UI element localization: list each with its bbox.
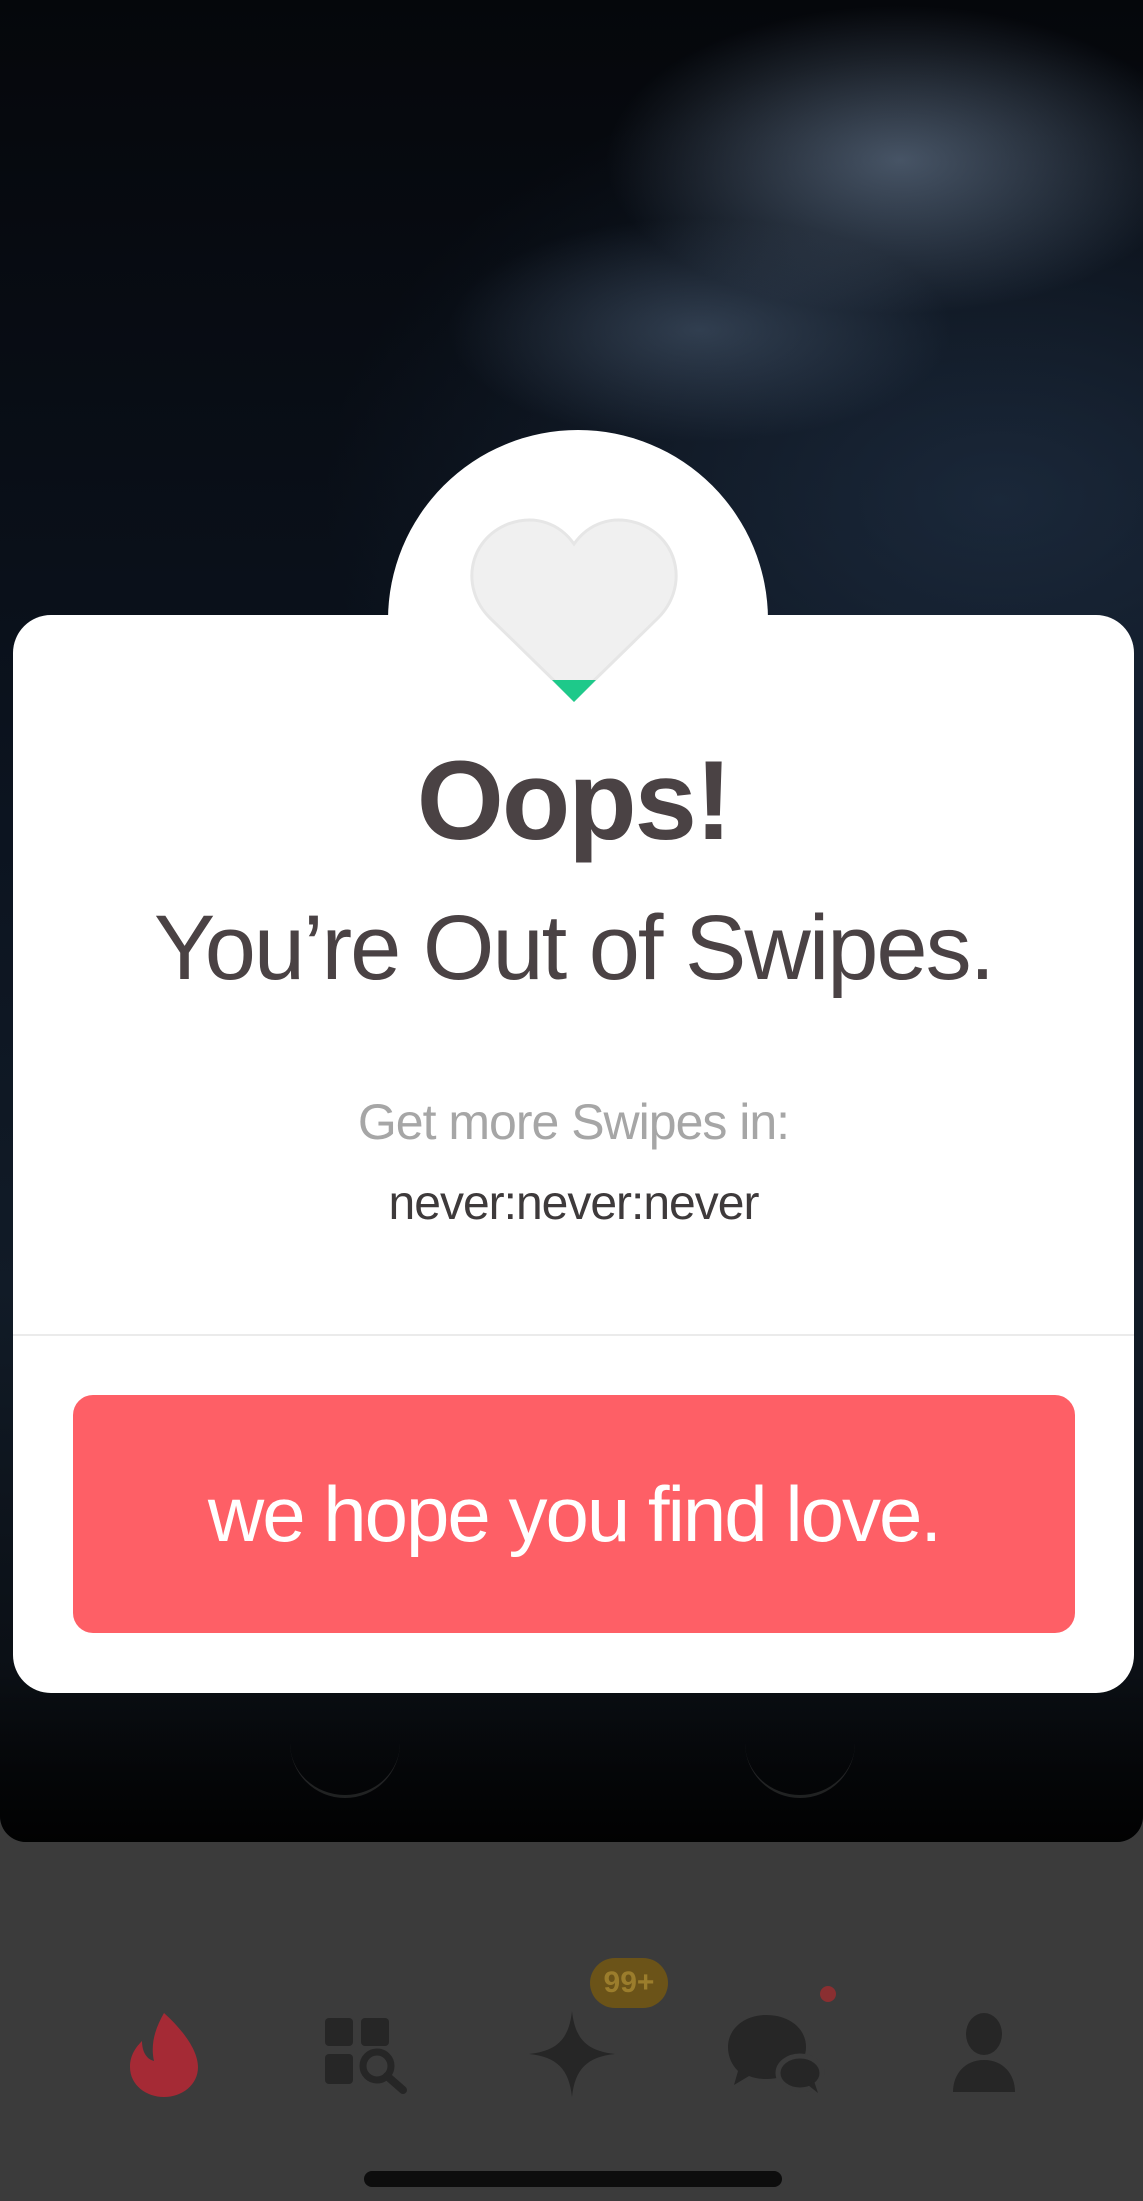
nav-item-gold[interactable]: [512, 1994, 632, 2114]
profile-icon: [953, 2013, 1015, 2092]
nav-item-messages[interactable]: [716, 1994, 836, 2114]
nav-item-explore[interactable]: [308, 1994, 428, 2114]
screen: Oops! You’re Out of Swipes. Get more Swi…: [0, 0, 1143, 2201]
explore-icon: [325, 2018, 407, 2094]
countdown-label: Get more Swipes in:: [357, 1094, 790, 1150]
heart-icon: [468, 510, 680, 710]
sparkle-icon: [529, 2011, 615, 2097]
modal-title: Oops!: [416, 738, 733, 863]
home-indicator[interactable]: [364, 2171, 782, 2187]
countdown-timer: never:never:never: [388, 1177, 760, 1230]
bottom-nav: 99+: [0, 1842, 1143, 2201]
gold-badge: 99+: [590, 1958, 668, 2008]
modal-divider: [13, 1334, 1134, 1336]
find-love-button[interactable]: we hope you find love.: [73, 1395, 1075, 1633]
modal-subtitle: You’re Out of Swipes.: [153, 897, 995, 999]
chat-icon: [728, 2015, 825, 2093]
photo-gradient: [0, 1672, 1143, 1842]
messages-unread-dot: [820, 1986, 836, 2002]
nav-item-home[interactable]: [104, 1994, 224, 2114]
nav-item-profile[interactable]: [924, 1994, 1044, 2114]
flame-icon: [130, 2013, 198, 2097]
